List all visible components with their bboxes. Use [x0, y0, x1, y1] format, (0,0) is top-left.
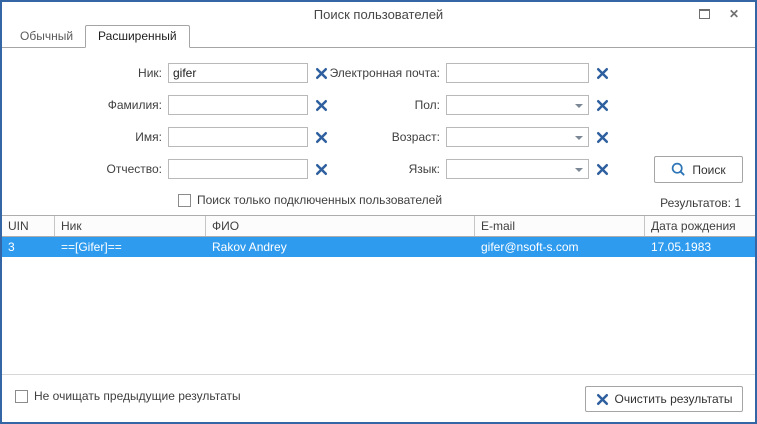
tab-advanced[interactable]: Расширенный	[85, 25, 190, 48]
clear-icon	[596, 67, 609, 80]
checkbox-box	[178, 193, 191, 207]
column-header-uin[interactable]: UIN	[2, 216, 55, 236]
gender-label: Пол:	[414, 98, 440, 112]
window-title: Поиск пользователей	[313, 7, 444, 22]
column-header-fio[interactable]: ФИО	[206, 216, 475, 236]
search-button[interactable]: Поиск	[654, 156, 743, 183]
clear-age-button[interactable]	[595, 130, 610, 145]
footer-separator	[2, 374, 755, 375]
language-label: Язык:	[408, 162, 440, 176]
firstname-label: Имя:	[135, 130, 162, 144]
column-header-email[interactable]: E-mail	[475, 216, 645, 236]
table-row[interactable]: 3 ==[Gifer]== Rakov Andrey gifer@nsoft-s…	[2, 237, 755, 257]
clear-icon	[596, 393, 608, 405]
clear-results-button[interactable]: Очистить результаты	[585, 386, 743, 412]
maximize-icon	[698, 9, 710, 19]
gender-select[interactable]	[446, 95, 589, 115]
language-select[interactable]	[446, 159, 589, 179]
keep-results-checkbox[interactable]: Не очищать предыдущие результаты	[15, 389, 241, 403]
clear-icon	[596, 163, 609, 176]
patronymic-input[interactable]	[168, 159, 308, 179]
cell-fio: Rakov Andrey	[212, 240, 287, 254]
cell-birthdate: 17.05.1983	[651, 240, 712, 254]
close-button[interactable]: ✕	[727, 6, 741, 22]
table-header: UIN Ник ФИО E-mail Дата рождения	[2, 215, 755, 237]
cell-nick: ==[Gifer]==	[61, 240, 122, 254]
keep-results-label: Не очищать предыдущие результаты	[34, 389, 241, 403]
lastname-input[interactable]	[168, 95, 308, 115]
search-icon	[672, 162, 685, 176]
clear-language-button[interactable]	[595, 162, 610, 177]
email-input[interactable]	[446, 63, 589, 83]
cell-uin: 3	[8, 240, 15, 254]
checkbox-box	[15, 389, 28, 403]
patronymic-label: Отчество:	[106, 162, 163, 176]
clear-gender-button[interactable]	[595, 98, 610, 113]
maximize-button[interactable]	[697, 6, 711, 22]
clear-email-button[interactable]	[595, 66, 610, 81]
clear-icon	[596, 99, 609, 112]
nick-label: Ник:	[138, 66, 162, 80]
chevron-down-icon	[575, 104, 583, 108]
chevron-down-icon	[575, 136, 583, 140]
title-bar: Поиск пользователей ✕	[2, 2, 755, 26]
tab-normal[interactable]: Обычный	[8, 26, 85, 47]
clear-icon	[596, 131, 609, 144]
lastname-label: Фамилия:	[107, 98, 162, 112]
firstname-input[interactable]	[168, 127, 308, 147]
nick-input[interactable]	[168, 63, 308, 83]
column-header-birthdate[interactable]: Дата рождения	[645, 216, 755, 236]
cell-email: gifer@nsoft-s.com	[481, 240, 579, 254]
age-select[interactable]	[446, 127, 589, 147]
email-label: Электронная почта:	[329, 66, 440, 80]
user-search-window: Поиск пользователей ✕ Обычный Расширенны…	[0, 0, 757, 424]
close-icon: ✕	[728, 7, 740, 21]
chevron-down-icon	[575, 168, 583, 172]
clear-results-label: Очистить результаты	[614, 392, 733, 406]
results-count: Результатов: 1	[660, 196, 741, 210]
tab-strip: Обычный Расширенный	[2, 25, 755, 48]
age-label: Возраст:	[391, 130, 440, 144]
column-header-nick[interactable]: Ник	[55, 216, 206, 236]
search-button-label: Поиск	[692, 162, 726, 177]
connected-only-label: Поиск только подключенных пользователей	[197, 193, 443, 207]
connected-only-checkbox[interactable]: Поиск только подключенных пользователей	[178, 193, 442, 207]
